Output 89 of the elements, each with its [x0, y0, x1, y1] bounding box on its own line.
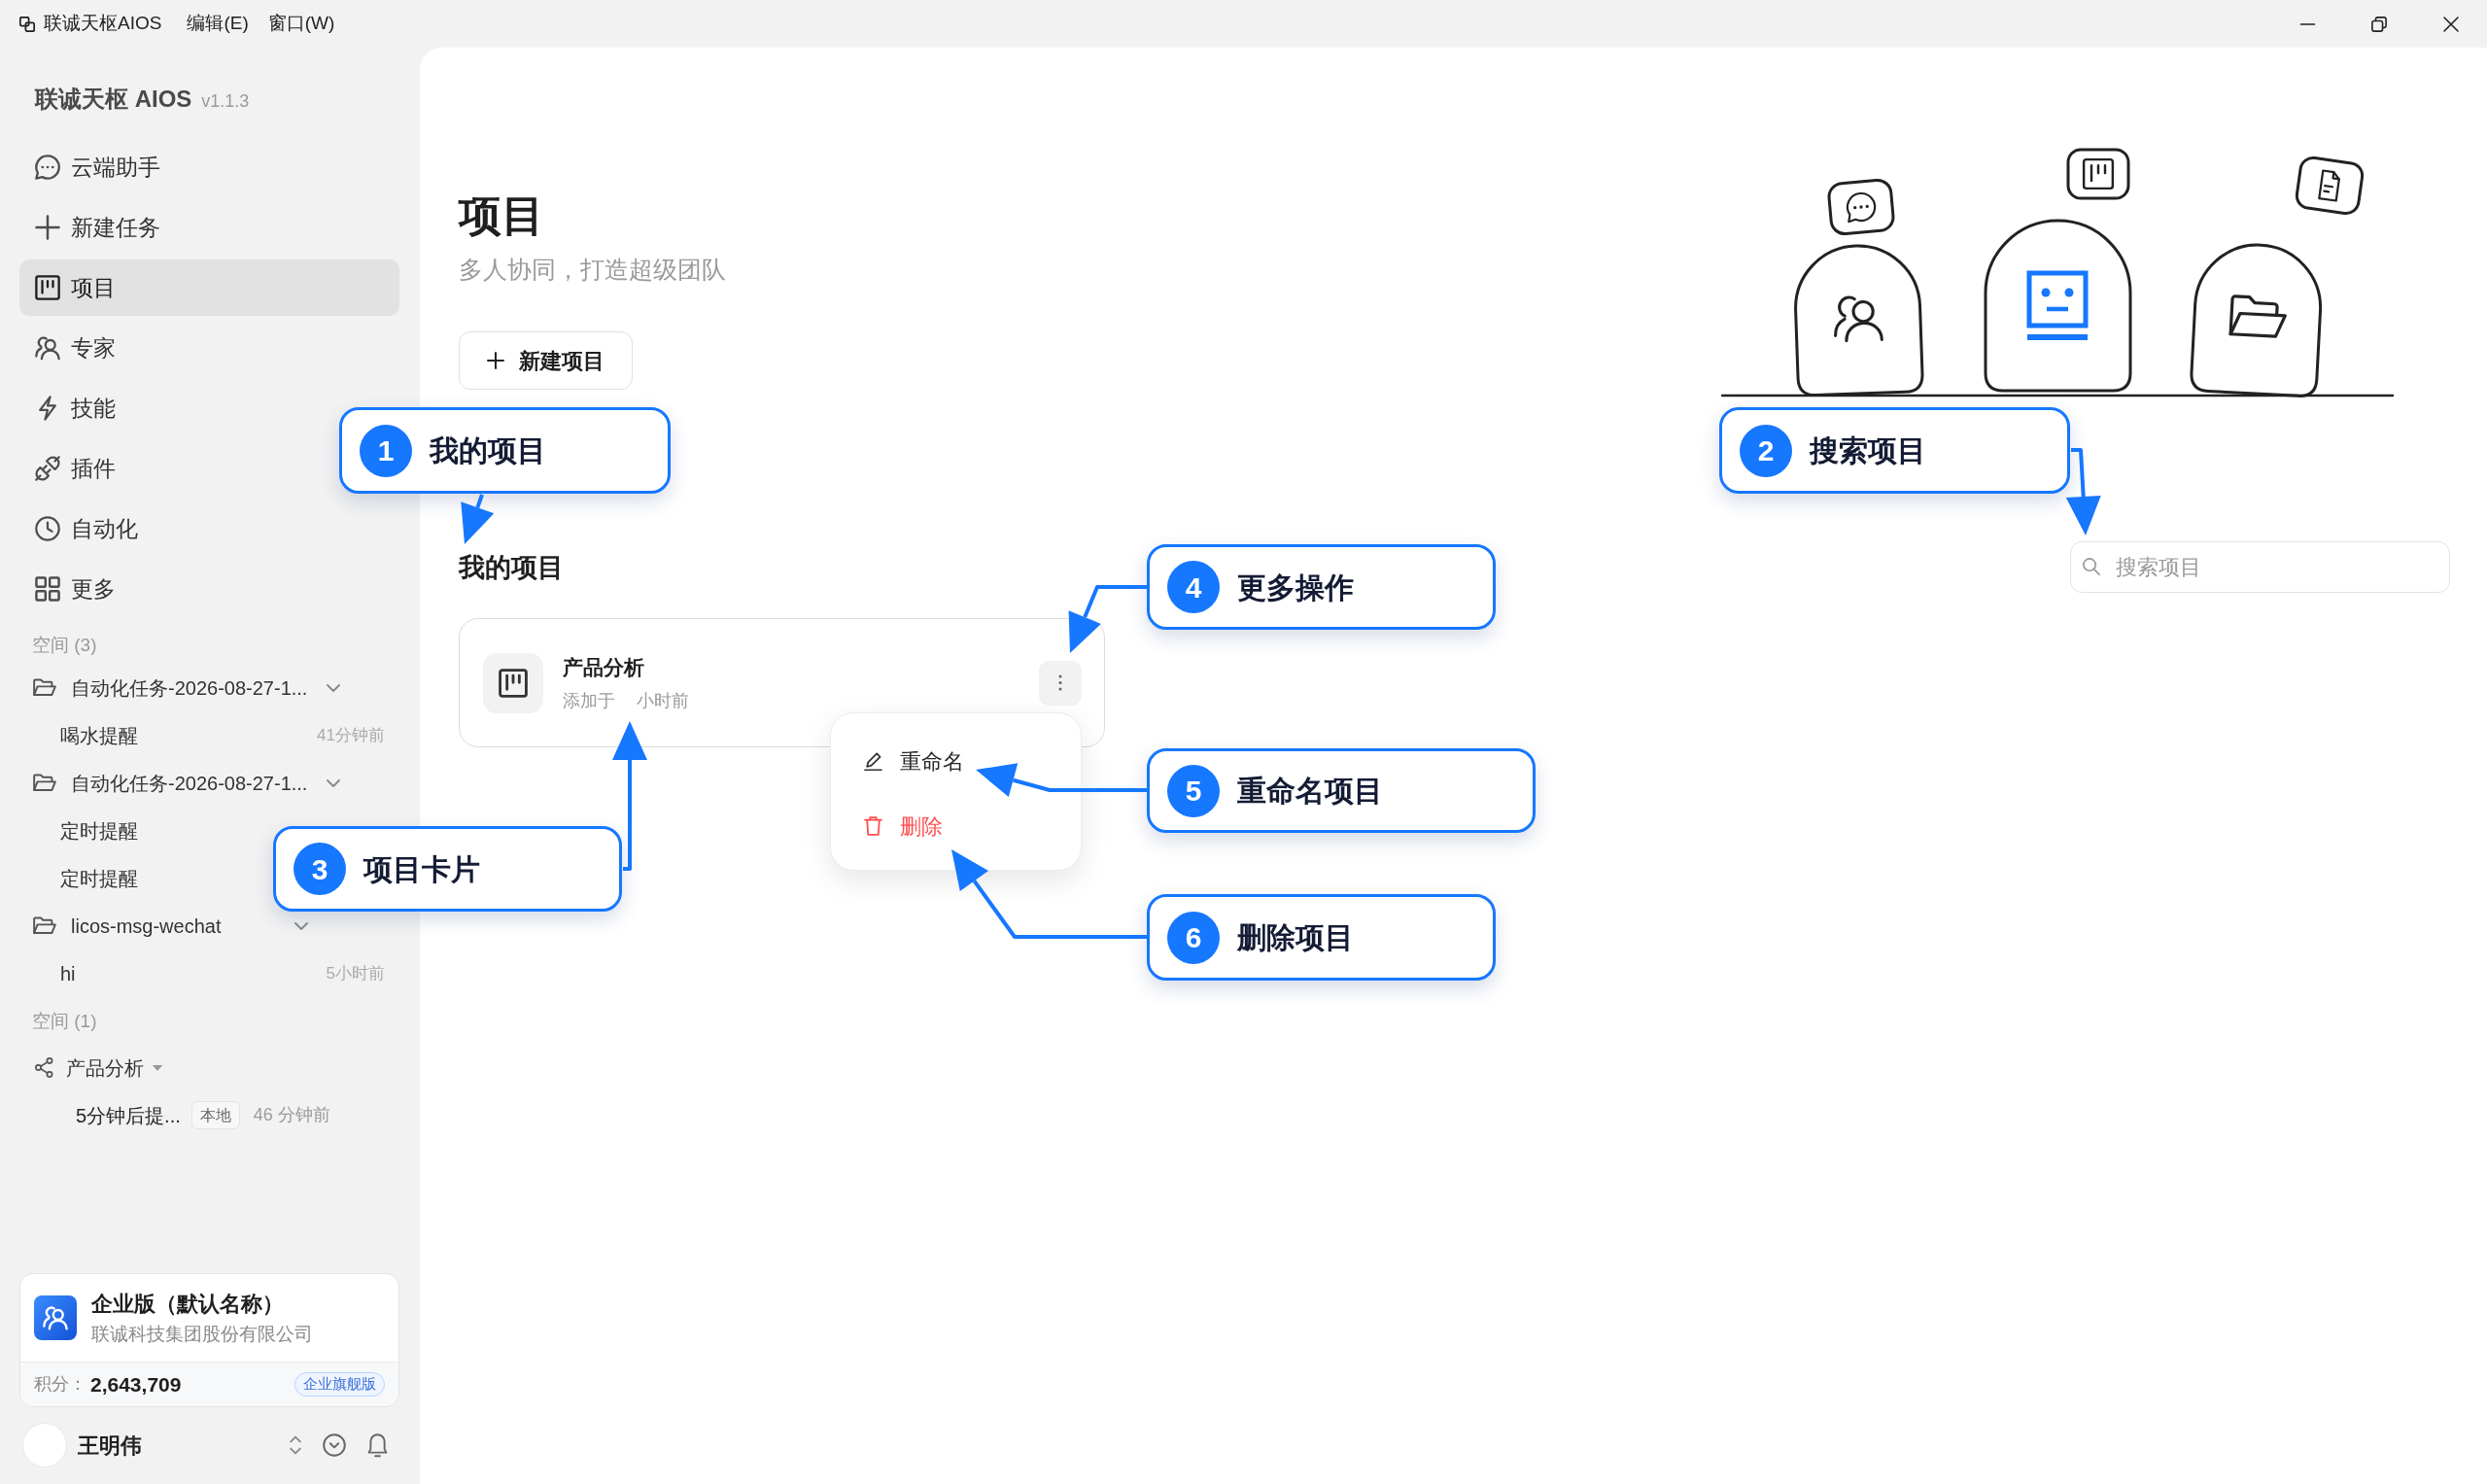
minimize-icon [2298, 22, 2316, 25]
callout-label: 更多操作 [1237, 569, 1354, 605]
grid-icon [35, 576, 60, 602]
folder-icon [33, 678, 56, 697]
callout-label: 项目卡片 [363, 851, 480, 887]
share-icon [35, 1057, 53, 1078]
new-project-button[interactable]: 新建项目 [459, 331, 633, 390]
plan-name: 企业版（默认名称） [91, 1290, 284, 1318]
folder-name[interactable]: 自动化任务-2026-08-27-1... [71, 676, 308, 699]
search-icon [2083, 558, 2100, 575]
chat-icon [35, 155, 60, 180]
kanban-icon [35, 275, 60, 300]
step-number: 2 [1740, 424, 1792, 477]
callout-label: 删除项目 [1237, 920, 1354, 955]
step-number: 3 [294, 843, 346, 895]
project-added-time: 添加于 [563, 689, 615, 712]
location-tag: 本地 [190, 1101, 240, 1129]
step-number: 6 [1167, 911, 1220, 964]
kanban-icon [483, 652, 543, 713]
task-time: 46 分钟前 [253, 1104, 330, 1126]
company-name: 联诚科技集团股份有限公司 [91, 1322, 313, 1346]
project-name: 产品分析 [563, 654, 644, 680]
plus-icon [487, 352, 504, 369]
folder-name[interactable]: licos-msg-wechat [71, 915, 222, 937]
callout-label: 重命名项目 [1237, 774, 1383, 809]
page-subtitle: 多人协同，打造超级团队 [459, 255, 726, 285]
chat-bubble-icon [1826, 177, 1896, 237]
caret-down-icon[interactable] [152, 1063, 163, 1072]
chevron-down-icon[interactable] [294, 921, 308, 930]
folder-name[interactable]: 自动化任务-2026-08-27-1... [71, 772, 308, 794]
restore-icon [2371, 16, 2387, 32]
space-name[interactable]: 产品分析 [66, 1053, 144, 1083]
brand-name: 联诚天枢 AIOS [35, 85, 192, 114]
folder-icon [33, 774, 56, 792]
user-name: 王明伟 [78, 1432, 142, 1460]
updown-chevron-icon[interactable] [290, 1434, 301, 1456]
clock-icon [35, 516, 60, 541]
trash-icon [864, 816, 882, 836]
nav-item[interactable]: 云端助手 [19, 139, 176, 195]
callout-label: 搜索项目 [1810, 433, 1926, 468]
task-time: 41分钟前 [317, 724, 385, 746]
section-label: 空间 (1) [32, 1010, 97, 1033]
chevron-circle-icon[interactable] [323, 1433, 346, 1457]
task-name[interactable]: 定时提醒 [60, 863, 138, 893]
page-title: 项目 [459, 190, 544, 241]
plus-icon [35, 215, 60, 240]
nav-item[interactable]: 插件 [19, 440, 131, 497]
section-label: 空间 (3) [32, 634, 97, 657]
chevron-down-icon[interactable] [327, 683, 341, 692]
app-title: 联诚天枢AIOS [44, 12, 162, 36]
nav-item[interactable]: 项目 [19, 259, 399, 316]
menu-item[interactable]: 窗口(W) [267, 10, 335, 38]
step-number: 1 [360, 424, 412, 477]
plug-icon [35, 456, 60, 481]
bell-icon[interactable] [367, 1432, 388, 1458]
nav-item[interactable]: 自动化 [19, 500, 154, 557]
people-icon [1834, 295, 1883, 343]
task-name[interactable]: hi [60, 958, 76, 988]
task-name[interactable]: 定时提醒 [60, 815, 138, 846]
close-icon [2443, 16, 2459, 32]
document-icon [2294, 155, 2366, 217]
points-value: 2,643,709 [90, 1371, 182, 1398]
plan-icon [34, 1295, 77, 1340]
task-name[interactable]: 喝水提醒 [60, 720, 138, 750]
step-number: 5 [1167, 764, 1220, 817]
nav-item[interactable]: 新建任务 [19, 199, 176, 256]
more-icon [1058, 674, 1062, 691]
tier-tag: 企业旗舰版 [294, 1372, 385, 1397]
pencil-icon [864, 751, 882, 771]
task-name[interactable]: 5分钟后提... [76, 1100, 181, 1130]
project-added-time: 小时前 [637, 689, 689, 712]
chevron-down-icon[interactable] [327, 778, 341, 787]
folder-icon [2228, 294, 2287, 338]
people-icon [35, 335, 60, 361]
app-logo-icon [19, 16, 35, 32]
nav-item[interactable]: 技能 [19, 380, 131, 436]
nav-item[interactable]: 专家 [19, 320, 131, 376]
folder-icon [33, 916, 56, 935]
task-time: 5小时前 [326, 962, 385, 984]
menu-item[interactable]: 编辑(E) [187, 10, 249, 38]
step-number: 4 [1167, 561, 1220, 613]
version-label: v1.1.3 [201, 90, 250, 113]
section-heading: 我的项目 [459, 552, 564, 584]
nav-item[interactable]: 更多 [19, 561, 131, 617]
kanban-board-icon [2066, 148, 2130, 200]
robot-face-icon [2026, 270, 2089, 340]
search-field[interactable]: 搜索项目 [2070, 541, 2450, 593]
callout-label: 我的项目 [430, 433, 546, 468]
points-label: 积分： [34, 1373, 86, 1396]
